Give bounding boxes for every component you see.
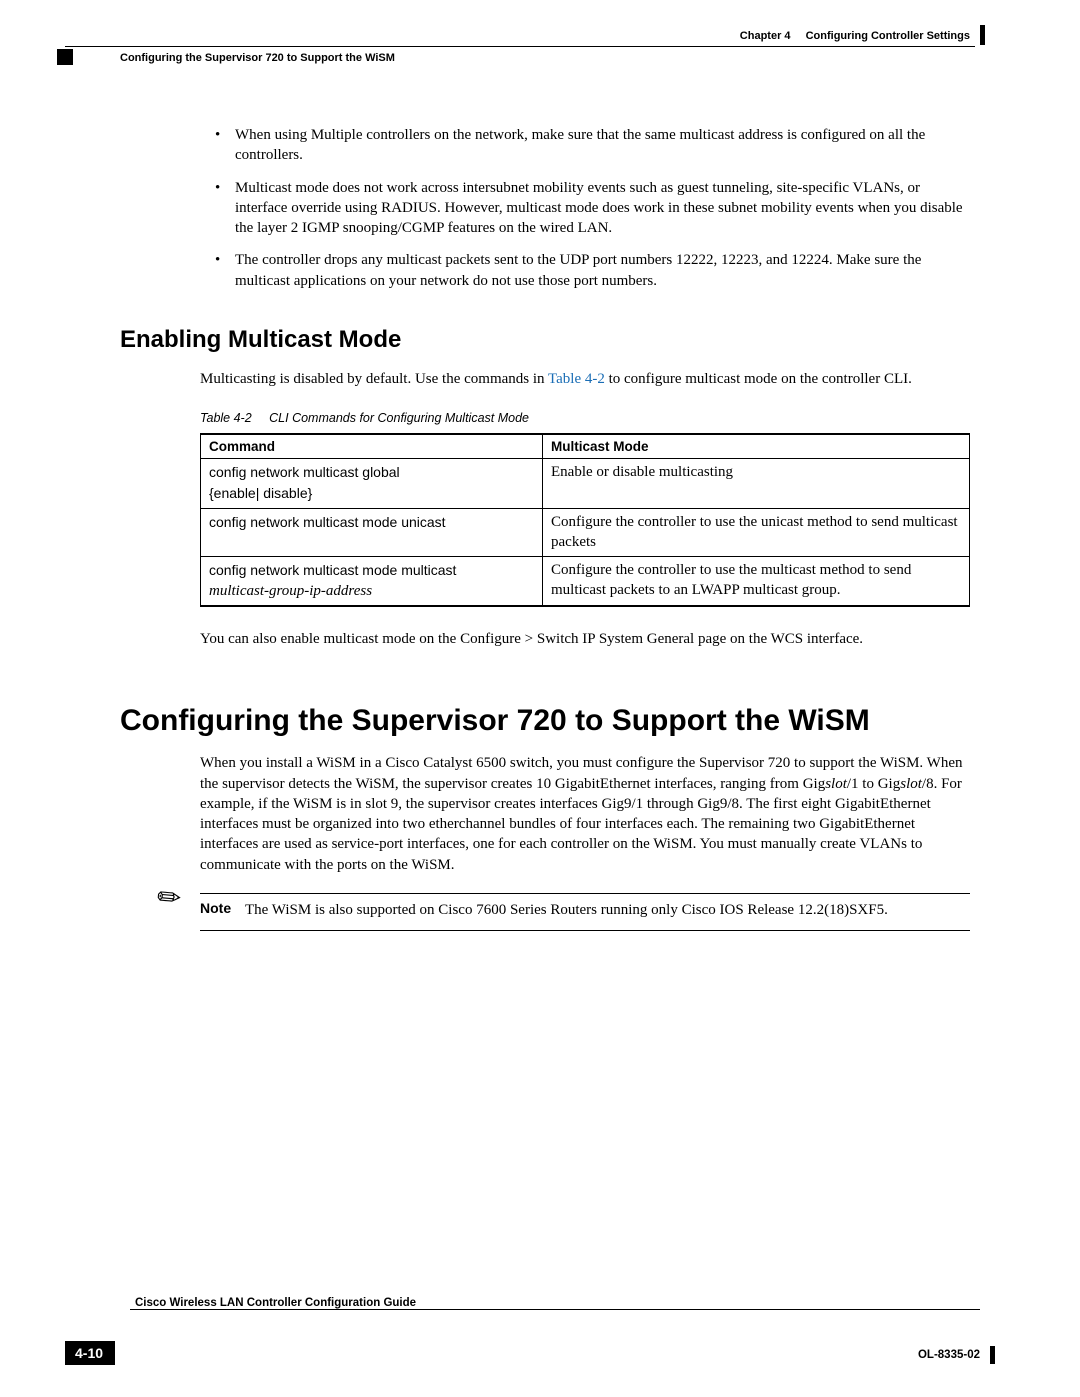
description-cell: Configure the controller to use the unic… (543, 509, 970, 557)
h1-heading: Configuring the Supervisor 720 to Suppor… (120, 704, 970, 738)
sup-mid: /1 to Gig (847, 776, 900, 792)
doc-number: OL-8335-02 (918, 1349, 980, 1361)
table-header-row: Command Multicast Mode (201, 434, 970, 459)
table-row: config network multicast mode unicast Co… (201, 509, 970, 557)
command-cell: config network multicast global {enable|… (201, 459, 543, 509)
bullet-item: When using Multiple controllers on the n… (215, 125, 970, 166)
slot-arg: slot (825, 776, 847, 792)
header-rule (65, 46, 975, 47)
page-body: When using Multiple controllers on the n… (120, 125, 970, 931)
table-header-mode: Multicast Mode (543, 434, 970, 459)
table-number: Table 4-2 (200, 411, 252, 425)
bullet-list: When using Multiple controllers on the n… (215, 125, 970, 291)
bullet-item: Multicast mode does not work across inte… (215, 178, 970, 239)
table-row: config network multicast mode multicast … (201, 557, 970, 607)
table-ref-link[interactable]: Table 4-2 (548, 371, 605, 387)
table-header-command: Command (201, 434, 543, 459)
command-text: config network multicast mode unicast (209, 514, 446, 530)
command-extra: {enable| disable} (209, 485, 312, 501)
command-cell: config network multicast mode unicast (201, 509, 543, 557)
chapter-number: Chapter 4 (740, 30, 791, 42)
intro-paragraph: Multicasting is disabled by default. Use… (200, 369, 970, 389)
note-text: The WiSM is also supported on Cisco 7600… (245, 900, 888, 920)
table-row: config network multicast global {enable|… (201, 459, 970, 509)
intro-post: to configure multicast mode on the contr… (605, 371, 912, 387)
page: Chapter 4 Configuring Controller Setting… (0, 0, 1080, 1397)
command-table: Command Multicast Mode config network mu… (200, 433, 970, 607)
command-text: config network multicast global (209, 464, 400, 480)
command-cell: config network multicast mode multicast … (201, 557, 543, 607)
page-header: Chapter 4 Configuring Controller Setting… (120, 30, 970, 70)
note-block: ✎ Note The WiSM is also supported on Cis… (200, 893, 970, 931)
header-right: Chapter 4 Configuring Controller Setting… (740, 30, 970, 42)
section-heading: Enabling Multicast Mode (120, 326, 970, 354)
page-footer: Cisco Wireless LAN Controller Configurat… (65, 1315, 980, 1365)
header-marker (980, 25, 985, 45)
footer-marker (990, 1346, 995, 1364)
command-text: config network multicast mode multicast (209, 562, 456, 578)
description-cell: Enable or disable multicasting (543, 459, 970, 509)
header-section-path: Configuring the Supervisor 720 to Suppor… (120, 52, 395, 64)
page-number: 4-10 (65, 1341, 115, 1365)
footer-guide-title: Cisco Wireless LAN Controller Configurat… (135, 1297, 980, 1309)
table-caption-text: CLI Commands for Configuring Multicast M… (269, 411, 529, 425)
footer-rule (130, 1309, 980, 1310)
description-cell: Configure the controller to use the mult… (543, 557, 970, 607)
header-square-icon (57, 49, 73, 65)
note-label: Note (200, 900, 245, 920)
sup720-paragraph: When you install a WiSM in a Cisco Catal… (200, 753, 970, 875)
command-arg: multicast-group-ip-address (209, 583, 372, 599)
slot-arg: slot (900, 776, 922, 792)
pencil-icon: ✎ (150, 877, 190, 918)
bullet-item: The controller drops any multicast packe… (215, 250, 970, 291)
note-rule (200, 893, 970, 894)
note-rule (200, 930, 970, 931)
table-caption: Table 4-2 CLI Commands for Configuring M… (200, 411, 970, 425)
after-table-paragraph: You can also enable multicast mode on th… (200, 629, 970, 649)
intro-pre: Multicasting is disabled by default. Use… (200, 371, 548, 387)
chapter-title: Configuring Controller Settings (806, 30, 970, 42)
